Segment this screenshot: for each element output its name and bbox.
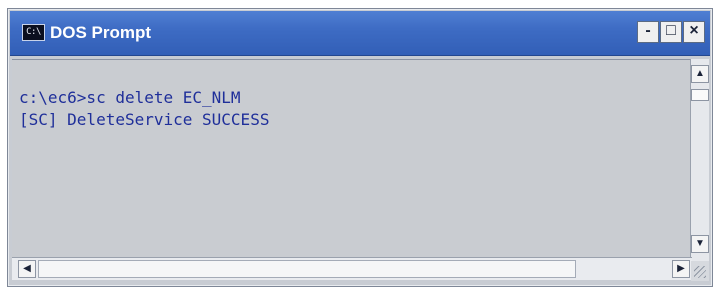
console-output[interactable]: c:\ec6>sc delete EC_NLM [SC] DeleteServi…	[12, 59, 692, 261]
resize-grip-icon[interactable]	[691, 261, 709, 281]
scroll-left-icon[interactable]: ◀	[18, 260, 36, 278]
dos-prompt-window: C:\ DOS Prompt - □ × c:\ec6>sc delete EC…	[7, 8, 713, 287]
close-button[interactable]: ×	[683, 21, 705, 43]
vertical-scrollbar[interactable]: ▲ ▼	[690, 59, 709, 261]
console-line: [SC] DeleteService SUCCESS	[19, 110, 270, 129]
scroll-right-icon[interactable]: ▶	[672, 260, 690, 278]
window-title: DOS Prompt	[50, 23, 152, 42]
horizontal-scrollbar[interactable]: ◀ ▶	[12, 257, 692, 280]
console-icon[interactable]: C:\	[22, 24, 45, 41]
scroll-up-icon[interactable]: ▲	[691, 65, 709, 83]
vertical-scroll-thumb[interactable]	[691, 89, 709, 101]
console-line: c:\ec6>sc delete EC_NLM	[19, 88, 241, 107]
minimize-button[interactable]: -	[637, 21, 659, 43]
title-bar[interactable]: C:\ DOS Prompt - □ ×	[10, 11, 710, 56]
horizontal-scroll-thumb[interactable]	[38, 260, 576, 278]
maximize-button[interactable]: □	[660, 21, 682, 43]
scroll-down-icon[interactable]: ▼	[691, 235, 709, 253]
